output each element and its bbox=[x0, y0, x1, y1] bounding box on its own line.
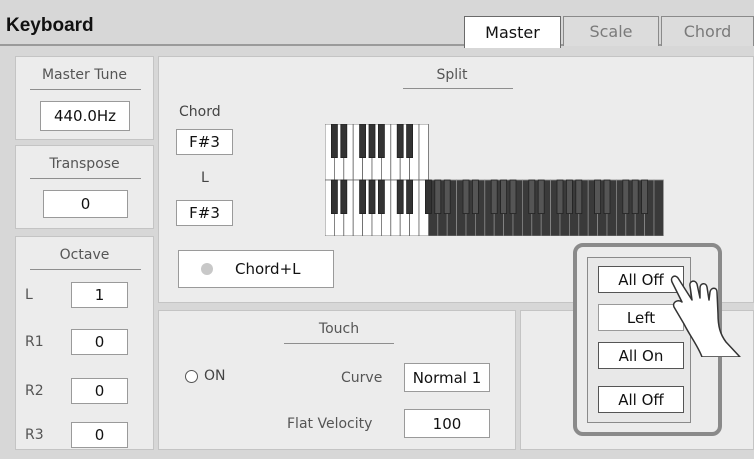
black-key bbox=[603, 179, 611, 214]
transpose-underline bbox=[30, 178, 141, 179]
octave-row-label-r3: R3 bbox=[25, 427, 44, 443]
octave-underline bbox=[30, 269, 141, 270]
black-key bbox=[490, 179, 498, 214]
flat-velocity-value[interactable]: 100 bbox=[404, 409, 490, 438]
master-tune-value[interactable]: 440.0Hz bbox=[40, 101, 130, 131]
option-all-off-bottom[interactable]: All Off bbox=[598, 386, 684, 413]
white-key bbox=[653, 179, 664, 236]
black-key bbox=[359, 124, 366, 158]
black-key bbox=[641, 179, 649, 214]
chord-label: Chord bbox=[179, 104, 221, 120]
l-split-value[interactable]: F#3 bbox=[176, 200, 233, 226]
chord-l-mode-label: Chord+L bbox=[235, 260, 301, 278]
touch-on-radio[interactable]: ON bbox=[185, 368, 226, 384]
tab-chord[interactable]: Chord bbox=[661, 16, 754, 46]
black-key bbox=[406, 179, 413, 214]
master-tune-label: Master Tune bbox=[41, 67, 128, 83]
black-key bbox=[340, 179, 348, 214]
black-key bbox=[425, 179, 432, 214]
black-key bbox=[396, 179, 404, 214]
keyboard-screen: Keyboard Master Scale Chord Master Tune … bbox=[0, 0, 754, 459]
black-key bbox=[434, 179, 442, 214]
master-tune-panel: Master Tune 440.0Hz bbox=[15, 56, 154, 140]
transpose-value[interactable]: 0 bbox=[43, 190, 128, 218]
transpose-label: Transpose bbox=[49, 156, 120, 172]
black-key bbox=[331, 124, 338, 158]
curve-label: Curve bbox=[341, 370, 383, 386]
black-key bbox=[443, 179, 451, 214]
octave-panel: Octave L 1 R1 0 R2 0 R3 0 bbox=[15, 236, 154, 450]
black-key bbox=[378, 124, 385, 158]
black-key bbox=[396, 124, 404, 158]
black-key bbox=[368, 124, 376, 158]
black-key bbox=[368, 179, 376, 214]
toggle-indicator-icon bbox=[201, 263, 213, 275]
octave-value-l[interactable]: 1 bbox=[71, 282, 128, 308]
split-underline bbox=[403, 88, 513, 89]
black-key bbox=[340, 124, 348, 158]
tab-master[interactable]: Master bbox=[464, 16, 561, 48]
octave-value-r3[interactable]: 0 bbox=[71, 422, 128, 448]
octave-value-r2[interactable]: 0 bbox=[71, 378, 128, 404]
header-bar: Keyboard Master Scale Chord bbox=[0, 0, 754, 48]
black-key bbox=[378, 179, 385, 214]
page-title: Keyboard bbox=[6, 15, 94, 36]
octave-row-label-l: L bbox=[25, 287, 33, 303]
l-label: L bbox=[201, 170, 209, 186]
black-key bbox=[528, 179, 536, 214]
transpose-panel: Transpose 0 bbox=[15, 145, 154, 229]
octave-row-label-r1: R1 bbox=[25, 334, 44, 350]
black-key bbox=[565, 179, 573, 214]
black-key bbox=[631, 179, 639, 214]
master-tune-underline bbox=[30, 89, 141, 90]
chord-split-value[interactable]: F#3 bbox=[176, 129, 233, 155]
octave-row-label-r2: R2 bbox=[25, 383, 44, 399]
black-key bbox=[556, 179, 564, 214]
black-key bbox=[537, 179, 545, 214]
octave-value-r1[interactable]: 0 bbox=[71, 329, 128, 355]
black-key bbox=[509, 179, 517, 214]
hand-pointer-icon bbox=[670, 275, 741, 357]
black-key bbox=[471, 179, 479, 214]
tab-scale[interactable]: Scale bbox=[563, 16, 659, 46]
black-key bbox=[406, 124, 413, 158]
black-key bbox=[331, 179, 338, 214]
black-key bbox=[462, 179, 470, 214]
white-key bbox=[418, 124, 429, 181]
split-keyboard-graphic[interactable] bbox=[325, 124, 670, 236]
black-key bbox=[500, 179, 508, 214]
chord-l-mode-button[interactable]: Chord+L bbox=[178, 250, 334, 288]
black-key bbox=[594, 179, 602, 214]
black-key bbox=[575, 179, 583, 214]
touch-underline bbox=[284, 343, 394, 344]
split-label: Split bbox=[436, 67, 468, 83]
black-key bbox=[622, 179, 630, 214]
flat-velocity-label: Flat Velocity bbox=[287, 416, 373, 432]
touch-panel: Touch ON Curve Normal 1 Flat Velocity 10… bbox=[158, 310, 516, 450]
curve-value[interactable]: Normal 1 bbox=[404, 363, 490, 392]
black-key bbox=[359, 179, 366, 214]
radio-icon bbox=[185, 369, 198, 383]
touch-on-label: ON bbox=[204, 368, 226, 384]
octave-label: Octave bbox=[59, 247, 110, 263]
touch-label: Touch bbox=[318, 321, 360, 337]
